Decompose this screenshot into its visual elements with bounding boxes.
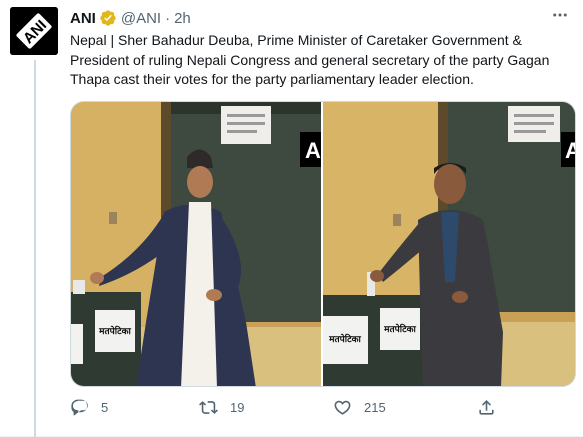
more-button[interactable] <box>547 4 573 26</box>
retweet-icon <box>199 401 218 414</box>
more-icon <box>553 13 567 17</box>
timestamp[interactable]: 2h <box>174 10 191 27</box>
photo-thapa[interactable]: A मतपेटिका मतपेटिका <box>323 102 575 386</box>
watermark-2: A <box>565 138 575 163</box>
like-count: 215 <box>364 400 386 415</box>
like-icon <box>334 400 351 415</box>
photo-deuba[interactable]: A मतपेटिका <box>71 102 321 386</box>
ani-logo-icon: ANI <box>10 7 58 55</box>
like-button[interactable]: 215 <box>333 398 386 417</box>
ballot-label-2a: मतपेटिका <box>328 333 361 345</box>
ballot-label-2b: मतपेटिका <box>383 323 416 335</box>
author-handle[interactable]: @ANI <box>121 10 161 27</box>
retweet-count: 19 <box>230 400 245 415</box>
reply-icon <box>71 399 88 416</box>
author-name[interactable]: ANI <box>70 10 96 27</box>
verified-badge-icon <box>100 10 116 26</box>
avatar[interactable]: ANI <box>10 7 58 55</box>
photo-thapa-image: A मतपेटिका मतपेटिका <box>323 102 575 386</box>
reply-button[interactable]: 5 <box>70 398 108 417</box>
media-grid: A मतपेटिका मतपेटिका मतपेटिका <box>70 101 576 387</box>
thread-line <box>34 60 36 437</box>
photo-deuba-image: A मतपेटिका <box>71 102 321 386</box>
tweet-card[interactable]: ANI ANI @ANI · 2h Nepal | Sher Bahadur D… <box>0 0 583 437</box>
share-button[interactable] <box>477 398 496 417</box>
retweet-button[interactable]: 19 <box>199 398 244 417</box>
watermark-1: A <box>305 138 321 163</box>
tweet-text: Nepal | Sher Bahadur Deuba, Prime Minist… <box>70 32 550 87</box>
share-icon <box>479 400 494 415</box>
tweet-header: ANI @ANI · 2h <box>70 8 191 28</box>
ballot-label-1: मतपेटिका <box>98 325 131 337</box>
tweet-actions: 5 19 215 <box>70 398 510 420</box>
separator-dot: · <box>165 9 171 27</box>
reply-count: 5 <box>101 400 109 415</box>
